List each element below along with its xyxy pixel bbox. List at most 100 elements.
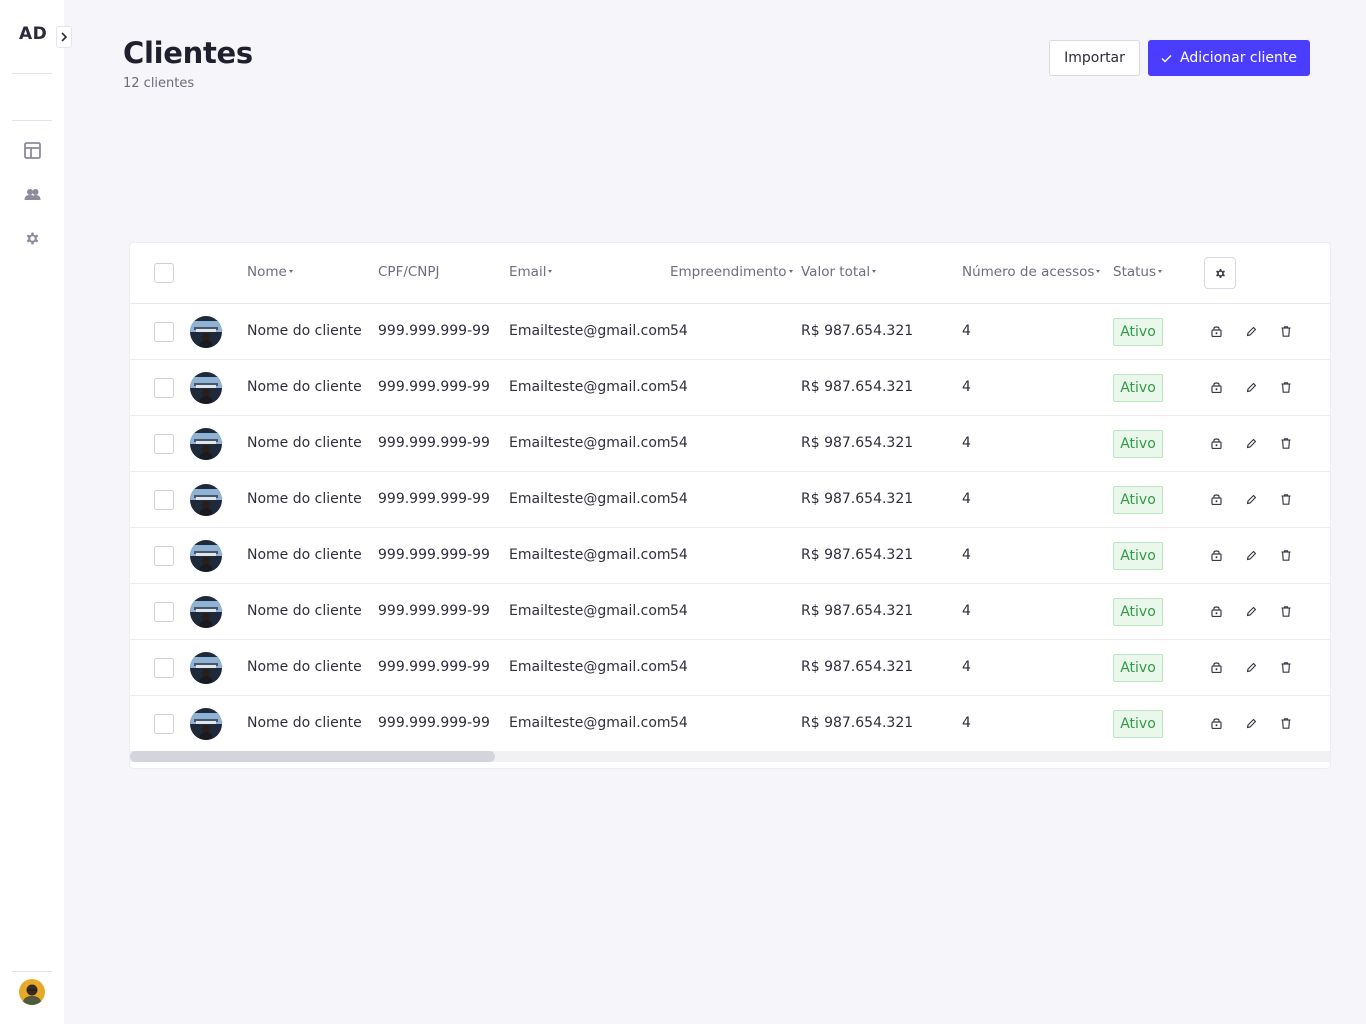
delete-button[interactable] [1279, 660, 1293, 674]
trash-icon [1281, 717, 1291, 729]
edit-button[interactable] [1244, 548, 1258, 562]
sidebar-item-dashboard[interactable] [22, 140, 42, 160]
trash-icon [1281, 493, 1291, 505]
column-header-cpf[interactable]: CPF/CNPJ [378, 264, 440, 280]
delete-button[interactable] [1279, 436, 1293, 450]
row-checkbox[interactable] [154, 490, 174, 510]
client-photo-icon [190, 652, 222, 684]
app-logo[interactable]: AD [19, 24, 47, 44]
sort-caret-icon [1158, 269, 1163, 273]
edit-button[interactable] [1244, 660, 1258, 674]
row-checkbox[interactable] [154, 714, 174, 734]
status-badge: Ativo [1113, 318, 1163, 346]
table-row[interactable]: Nome do cliente 999.999.999-99 Emailtest… [130, 304, 1330, 360]
column-label: Número de acessos [962, 264, 1095, 280]
client-cpf: 999.999.999-99 [378, 379, 490, 395]
scrollbar-thumb[interactable] [130, 751, 495, 762]
client-avatar [190, 484, 222, 516]
delete-button[interactable] [1279, 380, 1293, 394]
row-checkbox[interactable] [154, 434, 174, 454]
sort-caret-icon [788, 269, 793, 273]
client-valor: R$ 987.654.321 [801, 323, 914, 339]
status-badge: Ativo [1113, 374, 1163, 402]
pencil-icon [1246, 662, 1256, 672]
status-badge: Ativo [1113, 598, 1163, 626]
client-photo-icon [190, 708, 222, 740]
trash-icon [1281, 437, 1291, 449]
sidebar: AD [0, 0, 72, 1024]
table-row[interactable]: Nome do cliente 999.999.999-99 Emailtest… [130, 528, 1330, 584]
edit-button[interactable] [1244, 324, 1258, 338]
table-row[interactable]: Nome do cliente 999.999.999-99 Emailtest… [130, 640, 1330, 696]
lock-button[interactable] [1209, 604, 1223, 618]
client-empreendimento: 54 [670, 323, 688, 339]
sort-caret-icon [1096, 269, 1101, 273]
lock-button[interactable] [1209, 492, 1223, 506]
gear-icon [1215, 268, 1225, 278]
column-header-valor[interactable]: Valor total [801, 264, 877, 280]
row-checkbox[interactable] [154, 602, 174, 622]
client-name: Nome do cliente [247, 715, 362, 731]
gear-icon [26, 232, 38, 244]
sidebar-item-clients[interactable] [22, 184, 42, 204]
row-checkbox[interactable] [154, 546, 174, 566]
table-row[interactable]: Nome do cliente 999.999.999-99 Emailtest… [130, 584, 1330, 640]
delete-button[interactable] [1279, 324, 1293, 338]
row-checkbox[interactable] [154, 658, 174, 678]
sidebar-expand-button[interactable] [56, 26, 72, 48]
edit-button[interactable] [1244, 380, 1258, 394]
lock-button[interactable] [1209, 548, 1223, 562]
sidebar-item-settings[interactable] [22, 228, 42, 248]
client-avatar [190, 316, 222, 348]
client-avatar [190, 428, 222, 460]
column-header-nome[interactable]: Nome [247, 264, 293, 280]
column-header-status[interactable]: Status [1113, 264, 1163, 280]
edit-button[interactable] [1244, 492, 1258, 506]
column-label: Empreendimento [670, 264, 787, 280]
edit-button[interactable] [1244, 716, 1258, 730]
lock-button[interactable] [1209, 380, 1223, 394]
column-header-acessos[interactable]: Número de acessos [962, 264, 1101, 280]
horizontal-scrollbar[interactable] [130, 751, 1330, 762]
column-settings-button[interactable] [1204, 257, 1236, 289]
client-avatar [190, 372, 222, 404]
delete-button[interactable] [1279, 548, 1293, 562]
edit-button[interactable] [1244, 604, 1258, 618]
edit-button[interactable] [1244, 436, 1258, 450]
client-empreendimento: 54 [670, 435, 688, 451]
import-button[interactable]: Importar [1049, 40, 1140, 76]
page-title: Clientes [123, 36, 253, 70]
client-avatar [190, 708, 222, 740]
client-valor: R$ 987.654.321 [801, 715, 914, 731]
user-photo-icon [19, 979, 45, 1005]
column-header-empreendimento[interactable]: Empreendimento [670, 264, 793, 280]
lock-button[interactable] [1209, 436, 1223, 450]
lock-button[interactable] [1209, 324, 1223, 338]
add-client-button[interactable]: Adicionar cliente [1148, 40, 1310, 76]
user-avatar[interactable] [19, 979, 45, 1005]
client-acessos: 4 [962, 603, 971, 619]
pencil-icon [1246, 718, 1256, 728]
sort-caret-icon [288, 269, 293, 273]
status-badge: Ativo [1113, 486, 1163, 514]
lock-icon [1210, 606, 1222, 617]
delete-button[interactable] [1279, 492, 1293, 506]
pencil-icon [1246, 438, 1256, 448]
column-header-email[interactable]: Email [509, 264, 553, 280]
table-row[interactable]: Nome do cliente 999.999.999-99 Emailtest… [130, 696, 1330, 752]
lock-button[interactable] [1209, 660, 1223, 674]
row-checkbox[interactable] [154, 322, 174, 342]
pencil-icon [1246, 606, 1256, 616]
table-row[interactable]: Nome do cliente 999.999.999-99 Emailtest… [130, 360, 1330, 416]
select-all-checkbox[interactable] [154, 263, 174, 283]
delete-button[interactable] [1279, 716, 1293, 730]
delete-button[interactable] [1279, 604, 1293, 618]
table-row[interactable]: Nome do cliente 999.999.999-99 Emailtest… [130, 472, 1330, 528]
lock-button[interactable] [1209, 716, 1223, 730]
client-name: Nome do cliente [247, 323, 362, 339]
client-photo-icon [190, 484, 222, 516]
table-row[interactable]: Nome do cliente 999.999.999-99 Emailtest… [130, 416, 1330, 472]
client-empreendimento: 54 [670, 659, 688, 675]
table-header: Nome CPF/CNPJ Email Empreendimento Valor… [130, 243, 1330, 304]
row-checkbox[interactable] [154, 378, 174, 398]
